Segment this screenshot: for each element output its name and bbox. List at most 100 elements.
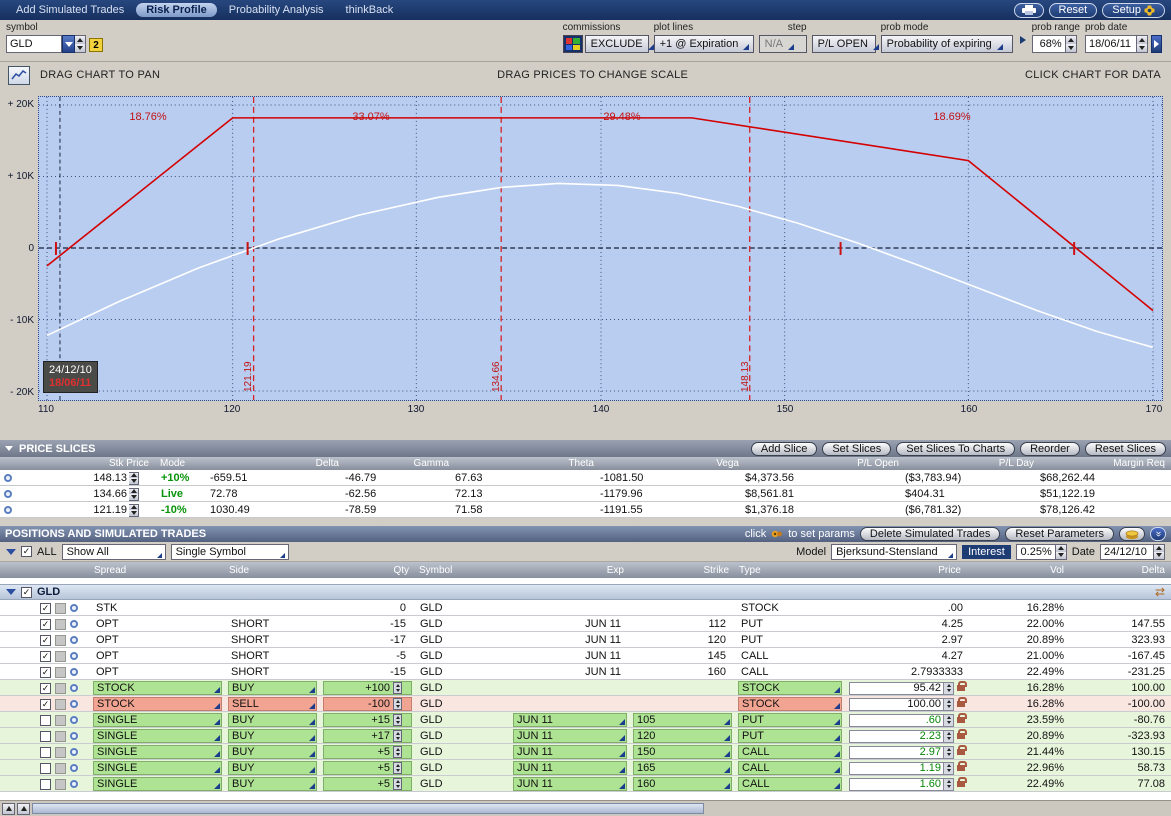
qty-stepper[interactable] [393,714,402,726]
expiration-field[interactable]: JUN 11 [513,761,627,775]
type-field[interactable]: CALL [738,777,842,791]
slice-marker-icon[interactable] [4,474,12,482]
prob-date-input[interactable]: 18/06/11 [1085,35,1137,53]
qty-field[interactable]: +5 [323,745,412,759]
slice-price-stepper[interactable] [129,472,139,485]
scrollbar-thumb[interactable] [32,803,704,814]
qty-field[interactable]: -15 [323,617,412,631]
col-delta[interactable]: Delta [210,458,345,469]
strike-field[interactable]: 165 [633,761,732,775]
all-checkbox[interactable] [21,546,32,557]
side-field[interactable]: SHORT [228,665,317,679]
row-checkbox[interactable] [40,699,51,710]
type-field[interactable]: PUT [738,729,842,743]
group-checkbox[interactable] [21,587,32,598]
side-field[interactable] [228,601,317,615]
collapse-positions-icon[interactable] [6,549,16,560]
row-checkbox[interactable] [40,779,51,790]
spread-field[interactable]: SINGLE [93,745,222,759]
qty-stepper[interactable] [393,778,402,790]
collapse-group-icon[interactable] [6,589,16,600]
strike-field[interactable]: 160 [633,777,732,791]
type-field[interactable]: STOCK [738,697,842,711]
side-field[interactable]: BUY [228,745,317,759]
col-pl-day[interactable]: P/L Day [905,458,1040,469]
strike-field[interactable] [633,601,732,615]
price-lock-icon[interactable] [957,717,965,723]
collapse-section-icon[interactable] [5,446,13,455]
prob-range-stepper[interactable] [1066,35,1077,53]
symbol-stepper[interactable] [75,35,86,53]
price-field[interactable]: 2.97 [849,746,944,759]
price-stepper[interactable] [944,682,954,695]
slice-price-stepper[interactable] [129,504,139,517]
interest-stepper[interactable] [1056,544,1067,560]
spread-field[interactable]: SINGLE [93,713,222,727]
price-lock-icon[interactable] [957,781,965,787]
expiration-field[interactable]: JUN 11 [513,713,627,727]
row-checkbox[interactable] [40,619,51,630]
horizontal-scrollbar[interactable] [0,800,1171,816]
col-gamma[interactable]: Gamma [345,458,455,469]
prob-range-input[interactable]: 68% [1032,35,1066,53]
spread-field[interactable]: STOCK [93,697,222,711]
date-input[interactable]: 24/12/10 [1100,544,1154,560]
risk-graph[interactable] [39,97,1162,400]
col-strike[interactable]: Strike [630,565,735,576]
col-vol[interactable]: Vol [967,565,1070,576]
slice-price-field[interactable]: 121.19 [30,502,155,518]
expiration-field[interactable]: JUN 11 [513,617,627,631]
type-field[interactable]: CALL [738,761,842,775]
qty-stepper[interactable] [393,698,402,710]
qty-field[interactable]: 0 [323,601,412,615]
col-pl-open[interactable]: P/L Open [745,458,905,469]
slice-price-stepper[interactable] [129,488,139,501]
side-field[interactable]: SELL [228,697,317,711]
slice-mode[interactable]: -10% [155,502,210,518]
tab-thinkback[interactable]: thinkBack [336,3,404,17]
qty-field[interactable]: +17 [323,729,412,743]
col-mode[interactable]: Mode [155,458,210,469]
col-symbol[interactable]: Symbol [415,565,510,576]
pl-mode-select[interactable]: P/L OPEN [812,35,876,53]
linked-group-badge[interactable]: 2 [89,38,103,52]
qty-stepper[interactable] [393,746,402,758]
symbol-input[interactable]: GLD [6,35,62,53]
price-field[interactable]: 2.7933333 [849,666,965,679]
row-marker-icon[interactable] [70,620,78,628]
expiration-field[interactable]: JUN 11 [513,633,627,647]
row-marker-icon[interactable] [70,700,78,708]
row-marker-icon[interactable] [70,652,78,660]
spread-field[interactable]: OPT [93,617,222,631]
slice-mode[interactable]: +10% [155,470,210,486]
price-field[interactable]: 2.97 [849,634,965,647]
row-marker-icon[interactable] [70,668,78,676]
qty-field[interactable]: +5 [323,777,412,791]
qty-field[interactable]: -17 [323,633,412,647]
side-field[interactable]: SHORT [228,649,317,663]
slice-marker-icon[interactable] [4,490,12,498]
col-exp[interactable]: Exp [510,565,630,576]
qty-field[interactable]: -100 [323,697,412,711]
spread-field[interactable]: STK [93,601,222,615]
col-price[interactable]: Price [845,565,967,576]
price-field[interactable]: .00 [849,602,965,615]
side-field[interactable]: BUY [228,777,317,791]
type-field[interactable]: PUT [738,633,842,647]
spread-field[interactable]: STOCK [93,681,222,695]
symbol-group-row[interactable]: GLD ⇄ [0,584,1171,600]
row-checkbox[interactable] [40,763,51,774]
qty-field[interactable]: +15 [323,713,412,727]
strike-field[interactable]: 160 [633,665,732,679]
setup-button[interactable]: Setup [1102,3,1165,18]
expand-arrow-icon[interactable] [1020,36,1030,44]
spread-field[interactable]: SINGLE [93,729,222,743]
expiration-field[interactable]: JUN 11 [513,649,627,663]
expand-all-button[interactable]: » [1150,527,1166,541]
model-select[interactable]: Bjerksund-Stensland [831,544,957,560]
tab-risk-profile[interactable]: Risk Profile [136,3,217,17]
price-lock-icon[interactable] [957,733,965,739]
slice-marker-icon[interactable] [4,506,12,514]
price-stepper[interactable] [944,714,954,727]
price-stepper[interactable] [944,778,954,791]
